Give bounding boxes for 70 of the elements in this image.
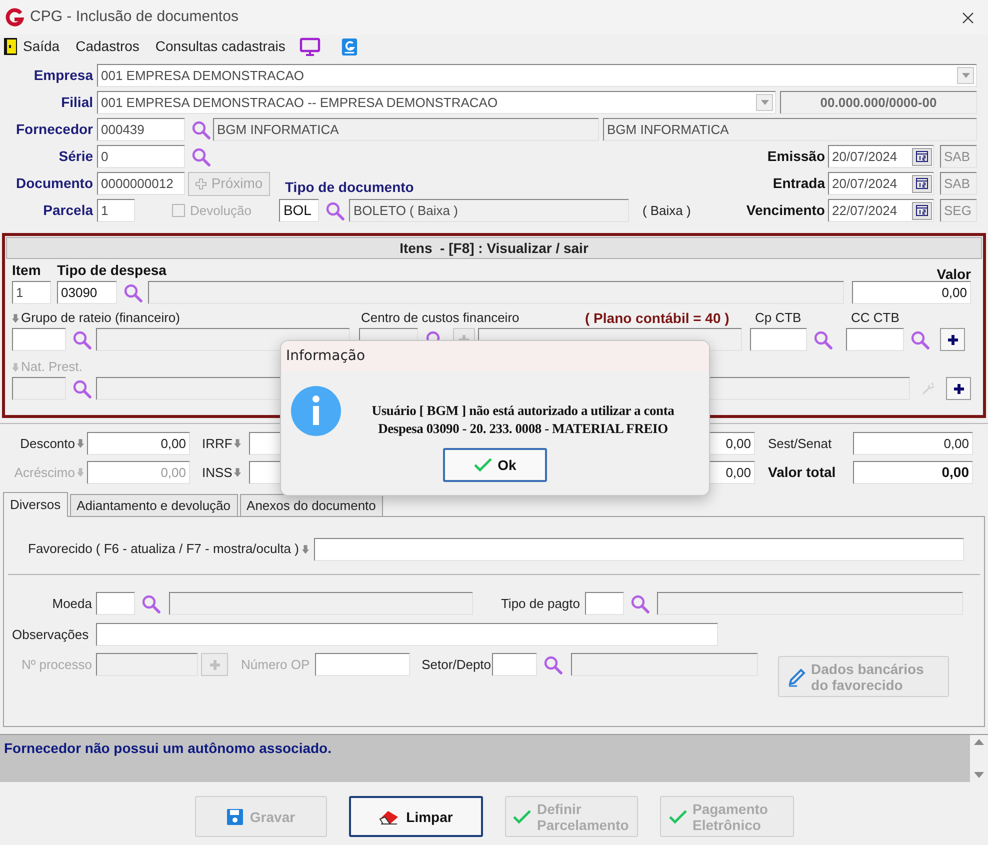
- dialog-message: Usuário [ BGM ] não está autorizado a utilizar a conta Despesa 03090 - 20. 233. 0008 - MATERIAL FREIO: [370, 402, 676, 438]
- field-label: Moeda: [51, 594, 92, 613]
- status-message: Fornecedor não possui um autônomo associado.: [3, 739, 332, 758]
- tab[interactable]: Diversos: [3, 492, 68, 517]
- field-label: Número OP: [241, 656, 310, 674]
- field-label: INSS: [202, 464, 232, 482]
- field-label: Observações: [12, 626, 90, 644]
- input-field[interactable]: 03090: [57, 281, 117, 304]
- readonly-field: 00.000.000/0000-00: [780, 91, 977, 114]
- field-label: Cp CTB: [755, 309, 802, 328]
- clear-button[interactable]: Limpar: [348, 796, 482, 837]
- menu-item[interactable]: Cadastros: [76, 36, 140, 57]
- field-label: Valor: [936, 267, 971, 281]
- tab[interactable]: Anexos do documento: [240, 494, 383, 516]
- input-field[interactable]: BOL: [279, 199, 320, 222]
- readonly-field: BGM INFORMATICA: [213, 118, 599, 141]
- field-label: Tipo de despesa: [57, 261, 166, 280]
- field-label: Item: [12, 261, 42, 280]
- window-title: CPG - Inclusão de documentos: [30, 7, 238, 28]
- field-label: Sest/Senat: [768, 434, 832, 453]
- input-field[interactable]: 0,00: [852, 281, 971, 304]
- menu-item[interactable]: Saída: [23, 36, 60, 57]
- input-field[interactable]: 000439: [97, 118, 185, 141]
- readonly-field: BGM INFORMATICA: [603, 118, 977, 141]
- input-field[interactable]: 22/07/2024: [828, 199, 934, 222]
- menu-item[interactable]: Consultas cadastrais: [155, 36, 286, 57]
- field-label: Desconto: [20, 434, 75, 453]
- field-label: Centro de custos financeiro: [361, 309, 520, 328]
- field-label: Setor/Depto: [422, 656, 492, 674]
- field-label: Vencimento: [746, 201, 825, 220]
- readonly-field: SAB: [940, 145, 977, 168]
- field-label: Devolução: [190, 202, 252, 220]
- field-label: Emissão: [767, 147, 825, 166]
- field-label: Série: [58, 147, 93, 166]
- field-label: Entrada: [772, 174, 825, 193]
- field-label: Filial: [60, 93, 93, 112]
- field-label: IRRF: [202, 434, 232, 453]
- input-field[interactable]: 1: [97, 199, 135, 222]
- field-label: Tipo de documento: [285, 179, 414, 195]
- input-field[interactable]: 001 EMPRESA DEMONSTRACAO -- EMPRESA DEMONSTRACAO: [97, 91, 776, 114]
- field-label: Nº processo: [20, 656, 92, 674]
- input-field[interactable]: 0000000012: [97, 172, 185, 195]
- input-field[interactable]: 20/07/2024: [828, 172, 934, 195]
- input-field[interactable]: 0,00: [87, 432, 190, 455]
- field-label: Parcela: [42, 201, 93, 220]
- readonly-field: BOLETO ( Baixa ): [349, 199, 630, 222]
- ok-button[interactable]: Ok: [443, 448, 547, 482]
- field-label: Acréscimo: [14, 464, 75, 482]
- field-label: Documento: [15, 174, 93, 193]
- field-label: Grupo de rateio (financeiro): [21, 309, 180, 328]
- dialog-title: Informação: [286, 346, 366, 366]
- field-label: Favorecido ( F6 - atualiza / F7 - mostra/oculta ): [28, 540, 299, 558]
- input-field[interactable]: 001 EMPRESA DEMONSTRACAO: [97, 64, 977, 87]
- field-label: Tipo de pagto: [500, 594, 580, 613]
- input-field[interactable]: 20/07/2024: [828, 145, 934, 168]
- input-field[interactable]: 1: [12, 281, 51, 304]
- field-label: Nat. Prest.: [21, 358, 82, 376]
- field-label: Fornecedor: [14, 120, 93, 139]
- account-plan-label: ( Plano contábil = 40 ): [585, 308, 730, 328]
- field-label: Empresa: [32, 66, 93, 85]
- input-field[interactable]: 0: [97, 145, 185, 168]
- readonly-field: SEG: [940, 199, 977, 222]
- field-label: CC CTB: [851, 309, 900, 328]
- field-label: ( Baixa ): [642, 202, 691, 220]
- readonly-field: SAB: [940, 172, 977, 195]
- field-label: Valor total: [768, 463, 836, 482]
- section-header: Itens - [F8] : Visualizar / sair: [6, 237, 982, 259]
- input-field[interactable]: 0,00: [853, 432, 973, 455]
- tab[interactable]: Adiantamento e devolução: [70, 494, 238, 516]
- input-field[interactable]: 0,00: [853, 461, 973, 484]
